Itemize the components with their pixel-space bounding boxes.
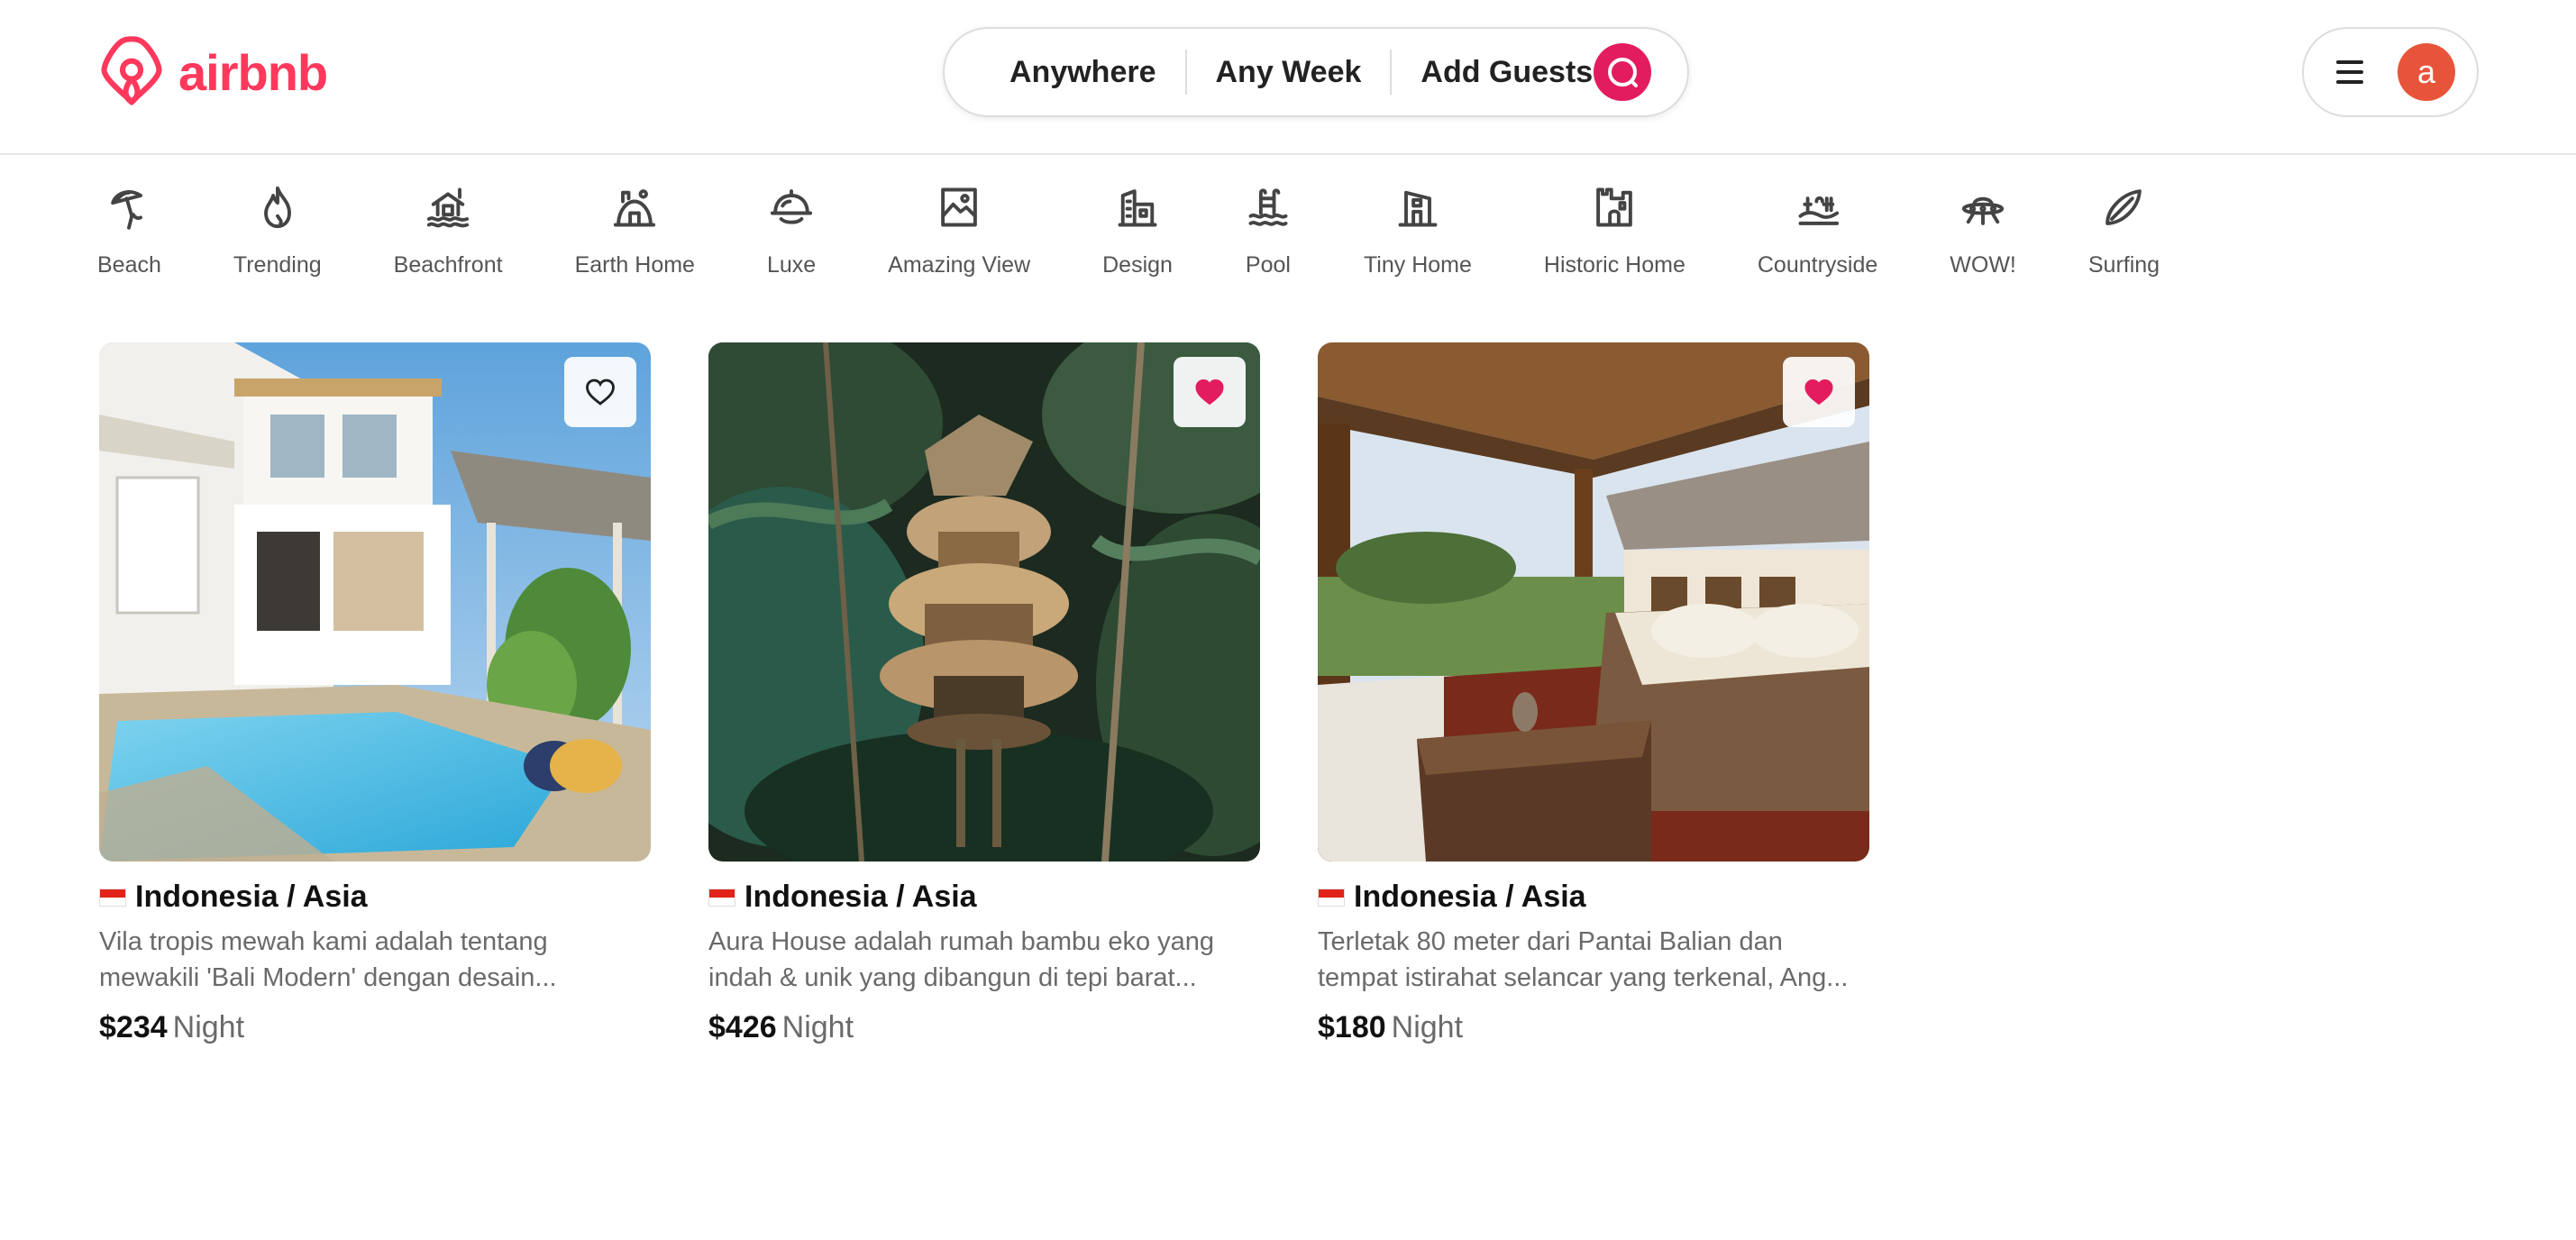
category-label: Luxe bbox=[766, 252, 817, 278]
heart-filled-icon bbox=[1804, 379, 1833, 406]
listing-description: Aura House adalah rumah bambu eko yang i… bbox=[708, 927, 1215, 992]
listing-photo-villa-with-pool[interactable] bbox=[99, 342, 651, 862]
brand-name: airbnb bbox=[178, 43, 328, 101]
listing-card[interactable]: Indonesia / Asia Terletak 80 meter dari … bbox=[1318, 342, 1869, 1045]
search-when[interactable]: Any Week bbox=[1187, 50, 1391, 95]
search-button[interactable] bbox=[1594, 43, 1651, 101]
listing-location: Indonesia / Asia bbox=[744, 880, 977, 914]
listing-price-row: $426 Night bbox=[708, 1010, 1260, 1045]
tiny-home-icon bbox=[1394, 184, 1441, 231]
listing-price-unit: Night bbox=[172, 1010, 245, 1044]
category-design[interactable]: Design bbox=[1102, 184, 1173, 290]
category-label: Surfing bbox=[2087, 252, 2160, 278]
category-wow[interactable]: WOW! bbox=[1950, 184, 2016, 290]
search-guests[interactable]: Add Guests bbox=[1392, 50, 1621, 95]
category-beachfront[interactable]: Beachfront bbox=[394, 184, 503, 290]
listing-grid: Indonesia / Asia Vila tropis mewah kami … bbox=[99, 342, 1869, 1045]
luxe-cloche-icon bbox=[768, 184, 815, 231]
category-label: Beach bbox=[97, 252, 161, 278]
category-earth-home[interactable]: Earth Home bbox=[575, 184, 695, 290]
listing-price-row: $180 Night bbox=[1318, 1010, 1869, 1045]
listing-card[interactable]: Indonesia / Asia Vila tropis mewah kami … bbox=[99, 342, 651, 1045]
avatar: a bbox=[2398, 43, 2455, 101]
listing-price: $426 bbox=[708, 1010, 777, 1044]
listing-price-unit: Night bbox=[781, 1010, 854, 1044]
top-header: airbnb Anywhere Any Week Add Guests a bbox=[0, 0, 2576, 155]
listing-photo-gazebo-lounge[interactable] bbox=[1318, 342, 1869, 862]
favorite-button[interactable] bbox=[564, 357, 636, 427]
category-label: Trending bbox=[233, 252, 322, 278]
listing-price: $234 bbox=[99, 1010, 168, 1044]
category-pool[interactable]: Pool bbox=[1245, 184, 1292, 290]
airbnb-logo-icon bbox=[101, 36, 162, 106]
beachfront-house-icon bbox=[425, 184, 471, 231]
category-surfing[interactable]: Surfing bbox=[2088, 184, 2160, 290]
listing-location: Indonesia / Asia bbox=[135, 880, 368, 914]
category-label: Amazing View bbox=[888, 252, 1031, 278]
category-bar: Beach Trending Beachfront Earth Home Lux… bbox=[97, 184, 2232, 290]
category-luxe[interactable]: Luxe bbox=[767, 184, 816, 290]
ufo-icon bbox=[1959, 184, 2006, 231]
listing-card[interactable]: Indonesia / Asia Aura House adalah rumah… bbox=[708, 342, 1260, 1045]
category-label: Pool bbox=[1245, 252, 1291, 278]
listing-price-unit: Night bbox=[1391, 1010, 1464, 1044]
castle-icon bbox=[1591, 184, 1638, 231]
category-amazing-view[interactable]: Amazing View bbox=[888, 184, 1030, 290]
indonesia-flag-icon bbox=[708, 888, 735, 907]
listing-photo-bamboo-treehouse[interactable] bbox=[708, 342, 1260, 862]
beach-umbrella-icon bbox=[105, 184, 152, 231]
category-label: Tiny Home bbox=[1363, 252, 1472, 278]
countryside-icon bbox=[1795, 184, 1841, 231]
favorite-button[interactable] bbox=[1174, 357, 1246, 427]
search-icon bbox=[1608, 58, 1638, 87]
earth-home-icon bbox=[611, 184, 658, 231]
favorite-button[interactable] bbox=[1783, 357, 1855, 427]
category-label: Beachfront bbox=[393, 252, 503, 278]
pool-ladder-icon bbox=[1245, 184, 1292, 231]
heart-outline-icon bbox=[586, 378, 615, 406]
menu-icon bbox=[2336, 60, 2363, 84]
listing-price-row: $234 Night bbox=[99, 1010, 651, 1045]
listing-description: Vila tropis mewah kami adalah tentang me… bbox=[99, 927, 557, 992]
category-tiny-home[interactable]: Tiny Home bbox=[1364, 184, 1472, 290]
category-label: WOW! bbox=[1950, 252, 2016, 278]
category-label: Design bbox=[1102, 252, 1173, 278]
indonesia-flag-icon bbox=[1318, 888, 1345, 907]
category-trending[interactable]: Trending bbox=[233, 184, 322, 290]
user-menu[interactable]: a bbox=[2302, 27, 2479, 117]
design-building-icon bbox=[1114, 184, 1161, 231]
category-label: Countryside bbox=[1757, 252, 1878, 278]
listing-location: Indonesia / Asia bbox=[1354, 880, 1586, 914]
flame-icon bbox=[254, 184, 301, 231]
category-historic-home[interactable]: Historic Home bbox=[1544, 184, 1685, 290]
picture-frame-icon bbox=[936, 184, 982, 231]
category-label: Historic Home bbox=[1543, 252, 1685, 278]
listing-price: $180 bbox=[1318, 1010, 1386, 1044]
heart-filled-icon bbox=[1195, 379, 1224, 406]
category-label: Earth Home bbox=[574, 252, 695, 278]
search-bar[interactable]: Anywhere Any Week Add Guests bbox=[943, 27, 1689, 117]
surfboard-icon bbox=[2100, 184, 2147, 231]
category-beach[interactable]: Beach bbox=[97, 184, 161, 290]
indonesia-flag-icon bbox=[99, 888, 126, 907]
airbnb-logo[interactable]: airbnb bbox=[97, 34, 328, 110]
listing-description: Terletak 80 meter dari Pantai Balian dan… bbox=[1318, 927, 1849, 992]
category-countryside[interactable]: Countryside bbox=[1758, 184, 1877, 290]
search-where[interactable]: Anywhere bbox=[1009, 50, 1185, 95]
